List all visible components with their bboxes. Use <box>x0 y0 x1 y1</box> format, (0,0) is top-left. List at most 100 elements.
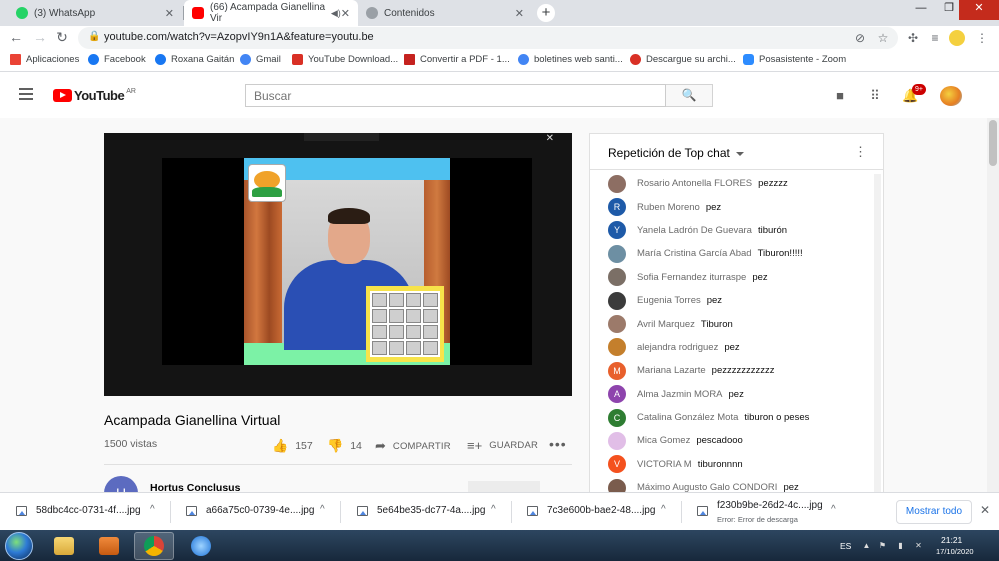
show-hidden-icons-icon[interactable]: ▲ <box>862 541 871 550</box>
back-icon[interactable]: ← <box>7 29 25 47</box>
bookmark-pdf[interactable]: Convertir a PDF - 1... <box>404 54 510 65</box>
taskbar-media-player[interactable] <box>89 532 129 560</box>
fullscreen-icon[interactable]: ✕ <box>546 133 554 144</box>
new-tab-button[interactable]: + <box>537 4 555 22</box>
close-tab-icon[interactable]: ✕ <box>515 7 524 20</box>
chat-author-avatar[interactable] <box>608 268 626 287</box>
chat-scrollbar[interactable] <box>874 174 881 492</box>
lock-icon[interactable]: 🔒 <box>88 31 100 42</box>
audio-playing-icon[interactable]: ◀) <box>331 8 341 19</box>
chevron-up-icon[interactable]: ^ <box>491 504 496 515</box>
chat-message[interactable]: R Ruben Moreno pez <box>590 195 872 218</box>
chat-author-name[interactable]: Catalina González Mota <box>637 412 738 423</box>
chat-author-avatar[interactable]: R <box>608 198 626 217</box>
chat-mode-dropdown[interactable]: Repetición de Top chat <box>608 146 744 160</box>
flag-icon[interactable]: ⚑ <box>878 541 887 550</box>
more-actions-icon[interactable]: ••• <box>549 436 567 452</box>
download-item[interactable]: 7c3e600b-bae2-48....jpg ^ <box>511 493 681 531</box>
chat-message[interactable]: Sofia Fernandez iturraspe pez <box>590 266 872 289</box>
chat-author-avatar[interactable] <box>608 174 626 193</box>
chat-message[interactable]: Mica Gomez pescadooo <box>590 429 872 452</box>
chat-author-name[interactable]: Sofia Fernandez iturraspe <box>637 272 746 283</box>
download-item[interactable]: 58dbc4cc-0731-4f....jpg ^ <box>0 493 170 531</box>
bookmark-zoom[interactable]: Posasistente - Zoom <box>743 54 846 65</box>
close-tab-icon[interactable]: ✕ <box>165 7 174 20</box>
taskbar-explorer[interactable] <box>44 532 84 560</box>
bookmark-descargue[interactable]: Descargue su archi... <box>630 54 736 65</box>
chat-author-name[interactable]: Eugenia Torres <box>637 295 701 306</box>
chat-author-name[interactable]: Alma Jazmin MORA <box>637 389 723 400</box>
chevron-up-icon[interactable]: ^ <box>661 504 666 515</box>
scrollbar-thumb[interactable] <box>989 120 997 166</box>
chat-author-name[interactable]: Rosario Antonella FLORES <box>637 178 752 189</box>
chat-message[interactable]: María Cristina García Abad Tiburon!!!!! <box>590 242 872 265</box>
profile-avatar[interactable] <box>949 30 965 46</box>
chat-message[interactable]: Y Yanela Ladrón De Guevara tiburón <box>590 219 872 242</box>
bookmark-youtube-download[interactable]: YouTube Download... <box>292 54 398 65</box>
chat-message[interactable]: V VICTORIA M tiburonnnn <box>590 453 872 476</box>
download-item[interactable]: a66a75c0-0739-4e....jpg ^ <box>170 493 340 531</box>
chat-author-avatar[interactable]: V <box>608 455 626 474</box>
chat-message[interactable]: C Catalina González Mota tiburon o peses <box>590 406 872 429</box>
bookmark-gmail[interactable]: Gmail <box>240 54 281 65</box>
account-avatar[interactable] <box>940 86 962 106</box>
chat-author-avatar[interactable] <box>608 431 626 450</box>
download-item[interactable]: f230b9be-26d2-4c....jpg Error: Error de … <box>681 493 851 531</box>
dislike-button[interactable]: 👎 14 <box>327 438 362 454</box>
chat-more-icon[interactable]: ⋮ <box>854 144 867 160</box>
chat-author-avatar[interactable]: C <box>608 408 626 427</box>
address-bar[interactable]: 🔒 youtube.com/watch?v=AzopvIY9n1A&featur… <box>78 27 898 49</box>
search-box[interactable] <box>245 84 666 107</box>
youtube-logo[interactable]: YouTube AR <box>53 88 136 103</box>
extensions-icon[interactable]: ✣ <box>905 30 921 46</box>
create-video-icon[interactable]: ■ <box>832 88 848 104</box>
chat-author-avatar[interactable]: A <box>608 385 626 404</box>
media-control-icon[interactable]: ≡ <box>927 30 943 46</box>
video-player[interactable]: ✕ <box>104 133 572 396</box>
clock-date[interactable]: 17/10/2020 <box>936 547 974 556</box>
chat-author-avatar[interactable] <box>608 315 626 334</box>
share-button[interactable]: ➦ COMPARTIR <box>375 438 451 454</box>
chat-message[interactable]: alejandra rodriguez pez <box>590 336 872 359</box>
chat-author-name[interactable]: Mica Gomez <box>637 435 690 446</box>
browser-menu-icon[interactable]: ⋮ <box>974 30 990 46</box>
reload-icon[interactable]: ↻ <box>53 29 71 47</box>
tab-contenidos[interactable]: Contenidos ✕ <box>358 0 532 26</box>
chat-message[interactable]: M Mariana Lazarte pezzzzzzzzzzz <box>590 359 872 382</box>
show-all-downloads-button[interactable]: Mostrar todo <box>896 500 972 524</box>
like-button[interactable]: 👍 157 <box>272 438 313 454</box>
bookmark-roxana[interactable]: Roxana Gaitán <box>155 54 234 65</box>
close-tab-icon[interactable]: ✕ <box>341 7 350 20</box>
chat-message[interactable]: Eugenia Torres pez <box>590 289 872 312</box>
bookmark-facebook[interactable]: Facebook <box>88 54 146 65</box>
chat-author-avatar[interactable] <box>608 338 626 357</box>
chat-author-avatar[interactable] <box>608 244 626 263</box>
chat-author-name[interactable]: Mariana Lazarte <box>637 365 706 376</box>
tab-whatsapp[interactable]: (3) WhatsApp ✕ <box>8 0 182 26</box>
language-indicator[interactable]: ES <box>840 541 851 551</box>
chat-message[interactable]: A Alma Jazmin MORA pez <box>590 383 872 406</box>
volume-muted-icon[interactable]: ✕ <box>914 541 923 550</box>
bookmark-boletines[interactable]: boletines web santi... <box>518 54 623 65</box>
chat-author-avatar[interactable]: Y <box>608 221 626 240</box>
search-input[interactable] <box>246 85 665 106</box>
bookmark-apps[interactable]: Aplicaciones <box>10 54 79 65</box>
chevron-up-icon[interactable]: ^ <box>150 504 155 515</box>
window-close-icon[interactable]: ✕ <box>959 0 999 20</box>
chevron-up-icon[interactable]: ^ <box>831 504 836 515</box>
chat-author-name[interactable]: María Cristina García Abad <box>637 248 752 259</box>
chat-message[interactable]: Avril Marquez Tiburon <box>590 312 872 335</box>
chat-author-name[interactable]: Yanela Ladrón De Guevara <box>637 225 752 236</box>
chat-author-name[interactable]: Avril Marquez <box>637 319 695 330</box>
camera-blocked-icon[interactable]: ⊘ <box>852 30 868 46</box>
apps-grid-icon[interactable]: ⠿ <box>867 88 883 104</box>
hamburger-menu-icon[interactable] <box>19 88 33 100</box>
chat-message[interactable]: Rosario Antonella FLORES pezzzz <box>590 172 872 195</box>
minimize-icon[interactable]: — <box>906 0 936 20</box>
tab-youtube[interactable]: (66) Acampada Gianellina Vir ◀) ✕ <box>184 0 358 26</box>
taskbar-chrome[interactable] <box>134 532 174 560</box>
chat-author-name[interactable]: Ruben Moreno <box>637 202 700 213</box>
chevron-up-icon[interactable]: ^ <box>320 504 325 515</box>
chat-author-avatar[interactable] <box>608 291 626 310</box>
chat-author-name[interactable]: alejandra rodriguez <box>637 342 718 353</box>
